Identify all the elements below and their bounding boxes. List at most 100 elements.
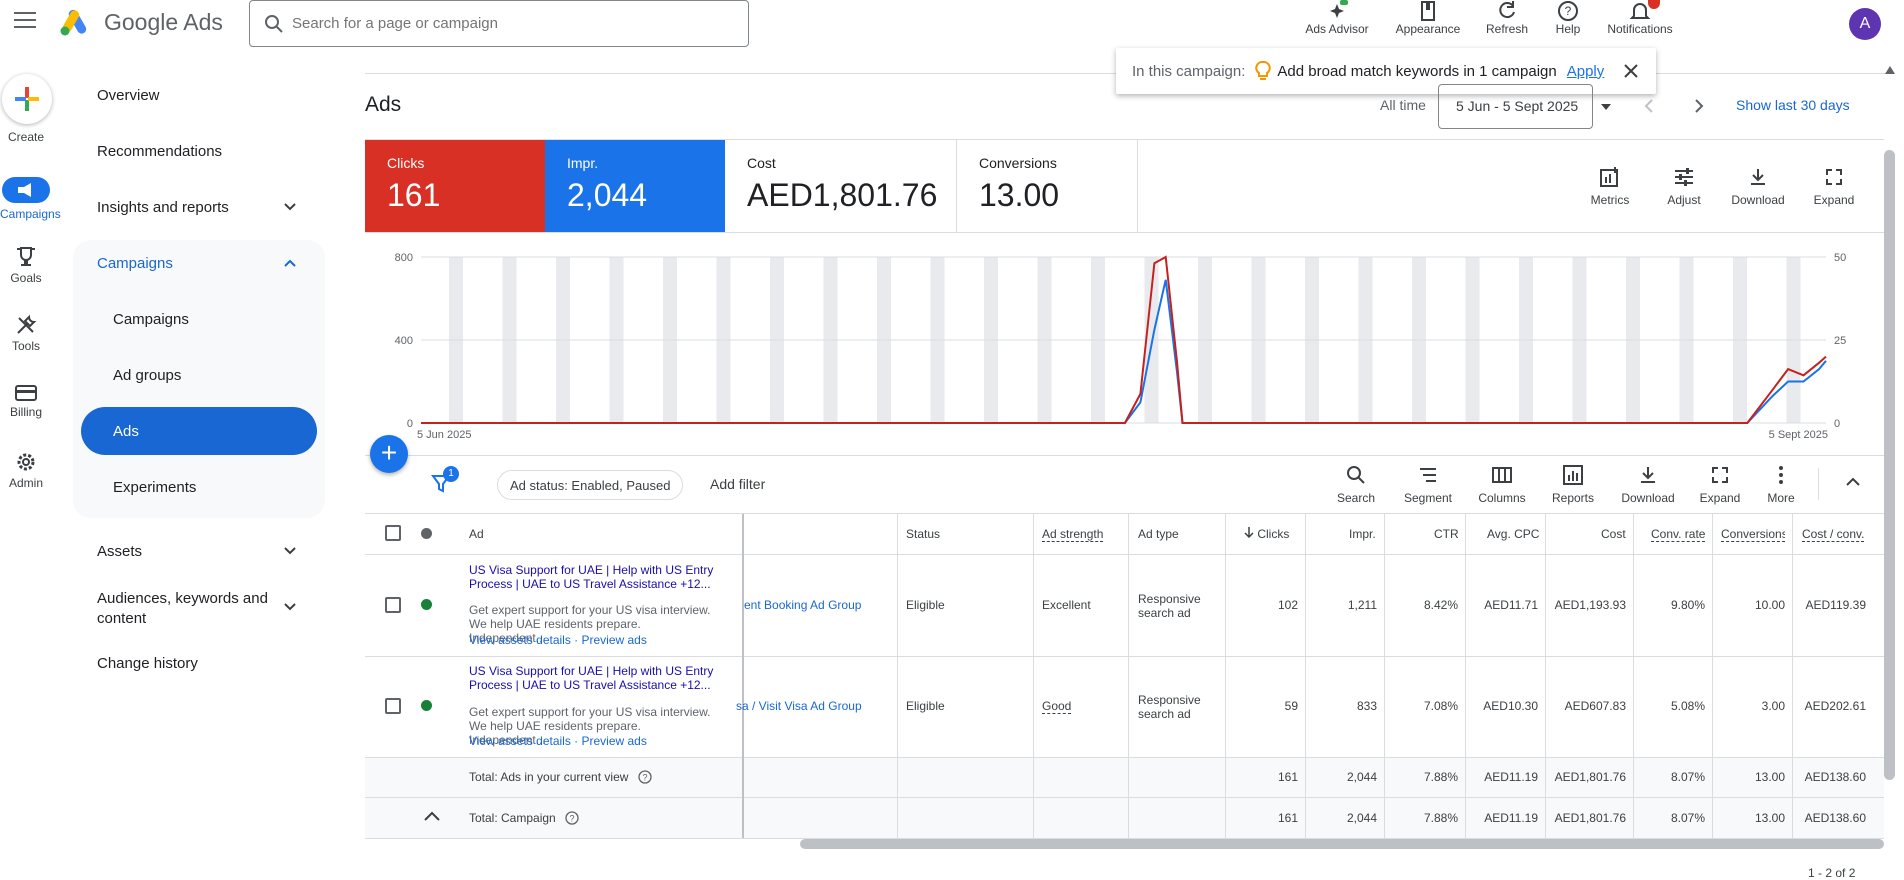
rail-goals[interactable]: Goals <box>0 246 52 285</box>
chevron-down-icon[interactable] <box>283 200 297 214</box>
segment-tool[interactable]: Segment <box>1398 465 1458 505</box>
help-button[interactable]: ? Help <box>1548 0 1588 36</box>
vertical-scrollbar[interactable] <box>1884 150 1895 780</box>
metric-card-conversions[interactable]: Conversions 13.00 <box>957 139 1138 232</box>
nav-sub-campaigns[interactable]: Campaigns <box>113 311 189 328</box>
more-tool[interactable]: More <box>1760 465 1802 505</box>
chevron-up-icon[interactable] <box>283 256 297 270</box>
metric-label: Clicks <box>387 155 425 171</box>
total-cpc: AED11.19 <box>1484 770 1538 784</box>
row-border <box>365 757 1884 758</box>
scroll-up-arrow-icon[interactable] <box>1885 66 1895 74</box>
col-header-ad-strength[interactable]: Ad strength <box>1042 527 1104 542</box>
ad-status-filter-chip[interactable]: Ad status: Enabled, Paused <box>497 470 684 500</box>
row-checkbox[interactable] <box>385 597 401 613</box>
col-header-conv-rate[interactable]: Conv. rate <box>1651 527 1706 542</box>
apply-link[interactable]: Apply <box>1567 63 1605 80</box>
metric-card-impressions[interactable]: Impr. 2,044 <box>545 139 725 232</box>
ad-headline-link[interactable]: US Visa Support for UAE | Help with US E… <box>469 664 719 692</box>
row-checkbox[interactable] <box>385 698 401 714</box>
frozen-column-divider <box>742 514 744 838</box>
col-header-status[interactable]: Status <box>906 527 940 541</box>
nav-sub-experiments[interactable]: Experiments <box>113 479 196 496</box>
ad-group-link[interactable]: ent Booking Ad Group <box>744 598 861 612</box>
google-ads-logo[interactable] <box>60 8 92 36</box>
nav-sub-ad-groups[interactable]: Ad groups <box>113 367 181 384</box>
metric-value: AED1,801.76 <box>747 177 938 213</box>
nav-change-history[interactable]: Change history <box>97 655 198 672</box>
col-header-avg-cpc[interactable]: Avg. CPC <box>1487 527 1539 541</box>
row-border <box>365 797 1884 798</box>
nav-insights-reports[interactable]: Insights and reports <box>97 199 229 216</box>
add-filter-button[interactable]: Add filter <box>710 476 765 492</box>
chevron-down-icon[interactable] <box>283 600 297 614</box>
add-ad-button[interactable]: + <box>370 435 408 473</box>
close-icon[interactable] <box>1624 64 1638 78</box>
avatar[interactable]: A <box>1849 8 1881 40</box>
nav-assets[interactable]: Assets <box>97 543 142 560</box>
select-all-checkbox[interactable] <box>385 525 401 541</box>
col-header-cost-per-conv[interactable]: Cost / conv. <box>1802 527 1865 542</box>
nav-recommendations[interactable]: Recommendations <box>97 143 222 160</box>
nav-sub-ads[interactable]: Ads <box>113 423 139 440</box>
nav-audiences[interactable]: Audiences, keywords and content <box>97 589 282 629</box>
download-tool[interactable]: Download <box>1724 167 1792 207</box>
col-header-ad[interactable]: Ad <box>469 527 484 541</box>
metric-card-cost[interactable]: Cost AED1,801.76 <box>725 139 957 232</box>
metric-label: Cost <box>747 155 776 171</box>
ad-strength-cell[interactable]: Good <box>1042 699 1072 714</box>
nav-overview[interactable]: Overview <box>97 87 160 104</box>
lightbulb-icon <box>1255 61 1272 80</box>
show-last-30-days-link[interactable]: Show last 30 days <box>1736 97 1850 113</box>
search-box[interactable] <box>249 0 749 47</box>
rail-billing[interactable]: Billing <box>0 384 52 419</box>
collapse-chevron-icon[interactable] <box>1846 477 1860 487</box>
col-header-ctr[interactable]: CTR <box>1434 527 1459 541</box>
view-assets-links[interactable]: View assets details · Preview ads <box>469 734 647 748</box>
table-download-tool[interactable]: Download <box>1614 465 1682 505</box>
search-input[interactable] <box>292 15 732 32</box>
chevron-left-icon[interactable] <box>1644 98 1654 114</box>
rail-tools[interactable]: Tools <box>0 314 52 353</box>
metric-value: 2,044 <box>567 177 648 213</box>
col-header-impr[interactable]: Impr. <box>1349 527 1376 541</box>
columns-tool[interactable]: Columns <box>1472 465 1532 505</box>
table-expand-tool[interactable]: Expand <box>1694 465 1746 505</box>
col-header-clicks[interactable]: Clicks <box>1244 527 1289 541</box>
rail-admin[interactable]: Admin <box>0 451 52 490</box>
view-assets-links[interactable]: View assets details · Preview ads <box>469 633 647 647</box>
help-circle-icon[interactable]: ? <box>638 770 652 784</box>
col-header-cost[interactable]: Cost <box>1601 527 1626 541</box>
chevron-up-icon[interactable] <box>424 811 440 821</box>
metric-value: 161 <box>387 177 441 213</box>
metric-card-clicks[interactable]: Clicks 161 <box>365 139 545 232</box>
metric-value: 13.00 <box>979 177 1060 213</box>
date-range-selector[interactable]: 5 Jun - 5 Sept 2025 <box>1438 84 1611 129</box>
col-header-ad-type[interactable]: Ad type <box>1138 527 1179 541</box>
refresh-button[interactable]: Refresh <box>1480 0 1534 36</box>
appearance-label: Appearance <box>1395 22 1461 36</box>
reports-tool[interactable]: Reports <box>1546 465 1600 505</box>
ads-advisor-button[interactable]: Ads Advisor <box>1298 0 1376 36</box>
metrics-tool[interactable]: Metrics <box>1582 167 1638 207</box>
rail-campaigns[interactable]: Campaigns <box>0 177 61 221</box>
help-circle-icon[interactable]: ? <box>565 811 579 825</box>
ad-group-link[interactable]: sa / Visit Visa Ad Group <box>736 699 862 713</box>
expand-tool[interactable]: Expand <box>1806 167 1862 207</box>
cost-per-conv-cell: AED119.39 <box>1805 598 1867 612</box>
menu-icon[interactable] <box>14 12 36 30</box>
clicks-cell: 59 <box>1284 699 1298 713</box>
notifications-button[interactable]: Notifications <box>1598 0 1682 36</box>
nav-campaigns-group[interactable]: Campaigns <box>97 255 173 272</box>
ad-headline-link[interactable]: US Visa Support for UAE | Help with US E… <box>469 563 719 591</box>
col-header-conversions[interactable]: Conversions <box>1721 527 1785 542</box>
adjust-tool[interactable]: Adjust <box>1658 167 1710 207</box>
chevron-down-icon[interactable] <box>283 544 297 558</box>
conv-rate-cell: 9.80% <box>1670 598 1705 612</box>
impr-cell: 1,211 <box>1347 598 1377 612</box>
table-search-tool[interactable]: Search <box>1330 465 1382 505</box>
create-button[interactable] <box>2 74 52 124</box>
appearance-button[interactable]: Appearance <box>1388 0 1468 36</box>
chevron-right-icon[interactable] <box>1694 98 1704 114</box>
horizontal-scrollbar[interactable] <box>800 839 1884 849</box>
